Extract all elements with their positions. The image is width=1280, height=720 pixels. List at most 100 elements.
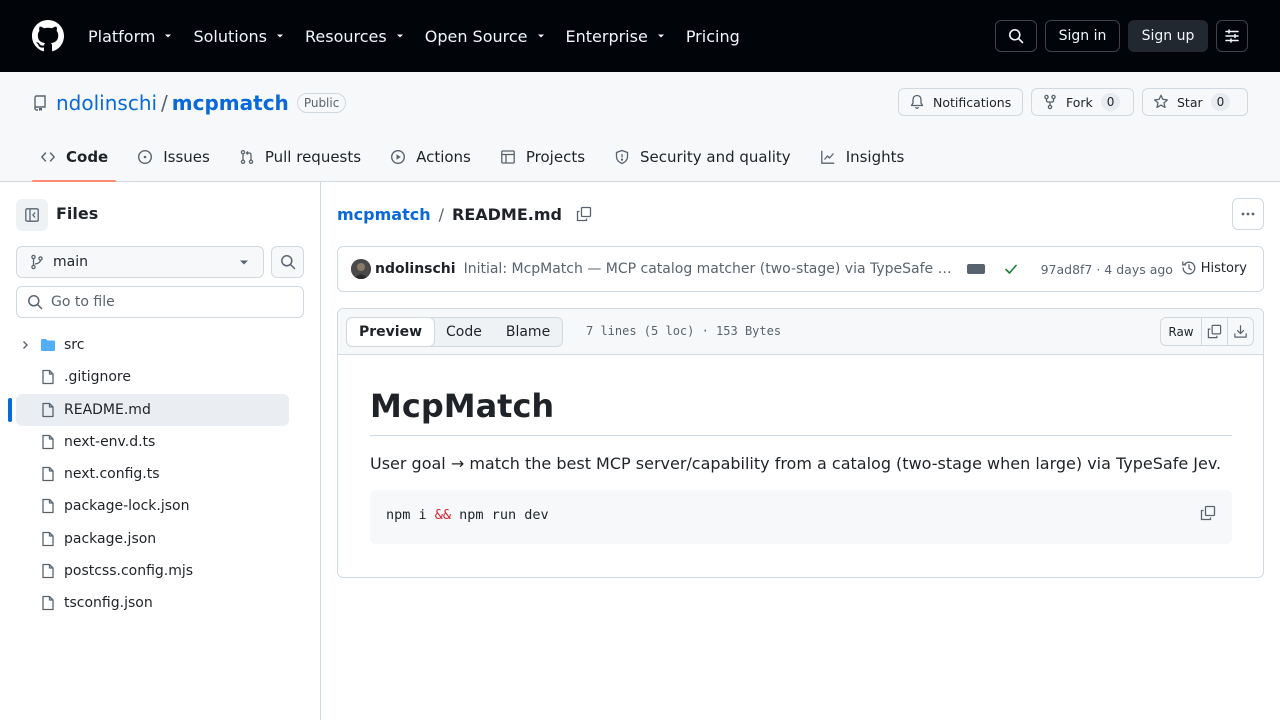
commit-sha-time[interactable]: 97ad8f7 · 4 days ago: [1041, 262, 1173, 277]
file-icon: [42, 563, 54, 579]
chevron-down-icon: [657, 34, 664, 38]
branch-name: main: [53, 254, 88, 270]
copy-raw-button[interactable]: [1201, 317, 1228, 346]
file-tree: src .gitignore README.md next-env.d.ts n…: [8, 329, 289, 620]
nav-open-source[interactable]: Open Source: [425, 24, 546, 48]
global-header: Platform Solutions Resources Open Source…: [0, 0, 1280, 72]
nav-label: Open Source: [424, 26, 528, 46]
file-tree-sidebar: Files main Go to file src .gitignore REA…: [0, 182, 321, 720]
tab-pull-requests[interactable]: Pull requests: [231, 139, 369, 175]
star-button[interactable]: Star 0: [1142, 88, 1248, 116]
chevron-down-icon: [240, 260, 248, 265]
tree-item-postcss-config[interactable]: postcss.config.mjs: [16, 555, 289, 587]
tab-code-view[interactable]: Code: [434, 318, 494, 346]
nav-label: Solutions: [193, 26, 267, 46]
history-icon: [1181, 261, 1196, 275]
fork-count: 0: [1100, 93, 1121, 111]
tree-item-package-json[interactable]: package.json: [16, 523, 289, 555]
github-logo-icon[interactable]: [32, 20, 64, 52]
nav-label: Platform: [88, 26, 156, 46]
commit-message[interactable]: Initial: McpMatch — MCP catalog matcher …: [464, 261, 954, 277]
nav-label: Pricing: [685, 26, 740, 46]
fork-button[interactable]: Fork 0: [1031, 88, 1134, 116]
more-options-button[interactable]: [1232, 198, 1264, 230]
tab-label: Code: [66, 148, 109, 166]
play-icon: [391, 149, 406, 165]
nav-enterprise[interactable]: Enterprise: [566, 24, 666, 48]
tab-issues[interactable]: Issues: [129, 139, 218, 175]
kebab-horizontal-icon: [1241, 212, 1255, 216]
sign-up-button[interactable]: Sign up: [1128, 20, 1208, 52]
nav-label: Resources: [305, 26, 387, 46]
fork-icon: [1044, 94, 1056, 110]
repo-icon: [34, 95, 46, 111]
search-files-button[interactable]: [271, 246, 304, 278]
chevron-down-icon: [165, 34, 172, 38]
tree-item-next-env[interactable]: next-env.d.ts: [16, 426, 289, 458]
nav-label: Enterprise: [565, 26, 648, 46]
tree-item-next-config[interactable]: next.config.ts: [16, 458, 289, 490]
repository-header: ndolinschi / mcpmatch Public Notificatio…: [0, 72, 1280, 182]
fork-label: Fork: [1066, 94, 1093, 110]
star-count: 0: [1210, 93, 1231, 111]
tab-label: Actions: [416, 148, 471, 166]
nav-platform[interactable]: Platform: [88, 24, 173, 48]
tab-preview[interactable]: Preview: [346, 317, 436, 347]
tree-item-gitignore[interactable]: .gitignore: [16, 361, 289, 393]
tree-item-src[interactable]: src: [16, 329, 289, 361]
tree-item-label: next-env.d.ts: [64, 433, 156, 450]
check-icon[interactable]: [1003, 261, 1019, 277]
tab-blame[interactable]: Blame: [494, 318, 562, 346]
branch-icon: [31, 254, 43, 270]
tab-projects[interactable]: Projects: [492, 139, 593, 175]
tab-label: Pull requests: [264, 148, 362, 166]
collapse-sidebar-button[interactable]: [16, 199, 48, 231]
download-button[interactable]: [1227, 317, 1254, 346]
tree-item-readme[interactable]: README.md: [8, 393, 289, 426]
tab-code[interactable]: Code: [32, 139, 117, 182]
files-title: Files: [56, 204, 99, 223]
breadcrumb-repo-link[interactable]: mcpmatch: [337, 205, 431, 224]
tree-item-package-lock[interactable]: package-lock.json: [16, 490, 289, 522]
avatar[interactable]: [351, 259, 371, 279]
search-icon: [1009, 29, 1024, 44]
header-menu-button[interactable]: [1216, 20, 1248, 52]
shield-icon: [615, 149, 629, 165]
branch-selector[interactable]: main: [16, 246, 264, 278]
history-button[interactable]: History: [1181, 260, 1247, 276]
copy-icon: [1207, 324, 1222, 339]
tree-item-label: .gitignore: [64, 369, 131, 386]
header-search-button[interactable]: [995, 20, 1037, 52]
nav-pricing[interactable]: Pricing: [686, 24, 740, 48]
breadcrumb: mcpmatch / README.md: [337, 202, 592, 226]
sign-in-button[interactable]: Sign in: [1045, 20, 1120, 52]
folder-icon: [41, 339, 55, 351]
copy-icon[interactable]: [1200, 505, 1216, 521]
code-text: npm run dev: [451, 507, 549, 523]
chevron-down-icon: [277, 34, 283, 38]
main-nav: Platform Solutions Resources Open Source…: [88, 24, 760, 48]
repo-owner-link[interactable]: ndolinschi: [56, 91, 157, 115]
tab-security[interactable]: Security and quality: [606, 139, 799, 175]
copy-path-icon[interactable]: [576, 206, 592, 222]
commit-author[interactable]: ndolinschi: [375, 261, 456, 277]
ellipsis-expand-button[interactable]: [966, 264, 985, 274]
readme-heading: McpMatch: [370, 387, 1232, 436]
file-icon: [42, 499, 54, 514]
notifications-button[interactable]: Notifications: [898, 88, 1023, 116]
tree-item-tsconfig[interactable]: tsconfig.json: [16, 587, 289, 619]
nav-resources[interactable]: Resources: [305, 24, 405, 48]
repo-name-link[interactable]: mcpmatch: [172, 91, 289, 115]
code-block: npm i && npm run dev: [370, 490, 1232, 544]
file-viewer: Preview Code Blame 7 lines (5 loc) · 153…: [337, 308, 1264, 578]
tab-insights[interactable]: Insights: [812, 139, 913, 175]
visibility-badge: Public: [296, 93, 347, 113]
raw-button[interactable]: Raw: [1160, 317, 1202, 346]
tab-actions[interactable]: Actions: [382, 139, 479, 175]
sliders-icon: [1225, 29, 1239, 43]
go-to-file-input[interactable]: Go to file: [16, 286, 304, 318]
nav-solutions[interactable]: Solutions: [193, 24, 285, 48]
tab-label: Security and quality: [640, 148, 791, 166]
graph-icon: [820, 150, 834, 164]
code-text: npm i: [386, 507, 435, 523]
